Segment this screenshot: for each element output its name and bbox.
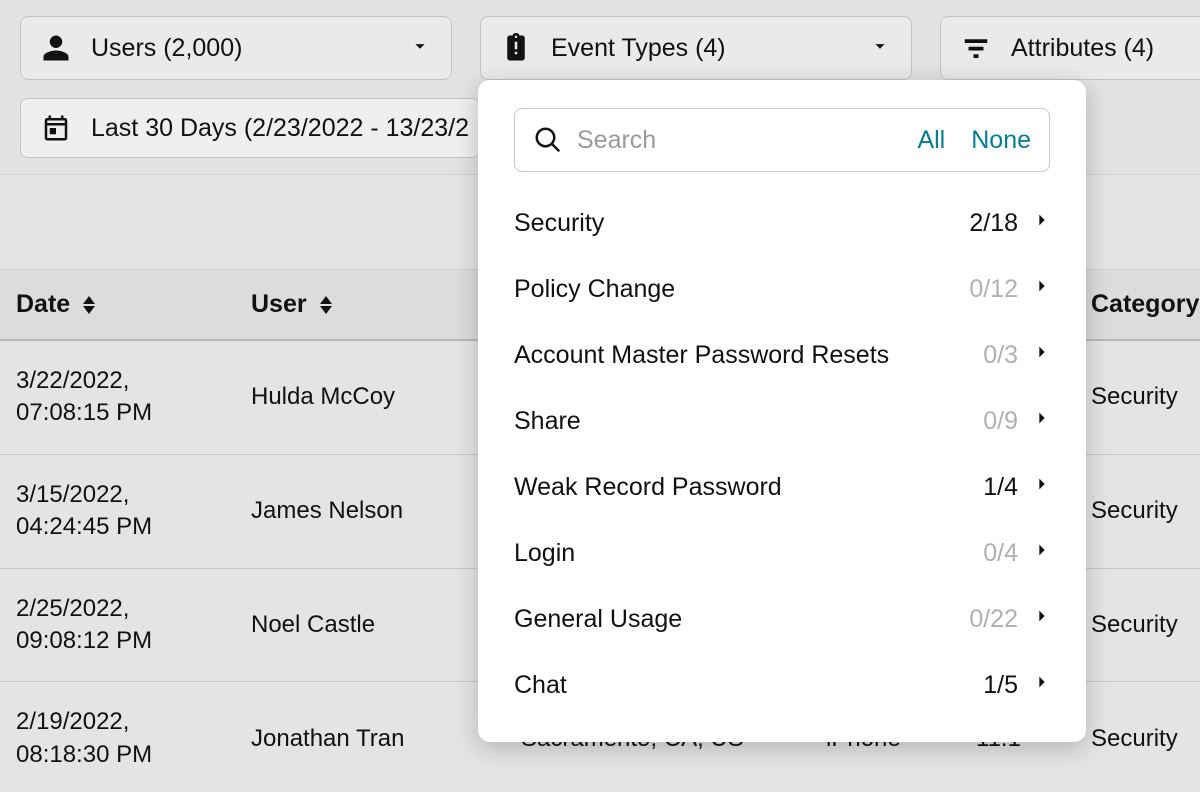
chevron-right-icon bbox=[1034, 407, 1050, 436]
dropdown-row-name: Account Master Password Resets bbox=[514, 341, 948, 370]
chevron-right-icon bbox=[1034, 275, 1050, 304]
dropdown-row-name: Login bbox=[514, 539, 948, 568]
dropdown-row-count: 0/4 bbox=[948, 539, 1018, 568]
col-header-category[interactable]: Category bbox=[1075, 270, 1200, 340]
filter-list-icon bbox=[961, 33, 991, 63]
date-range-filter[interactable]: Last 30 Days (2/23/2022 - 13/23/2 bbox=[20, 98, 480, 158]
col-header-date[interactable]: Date bbox=[0, 270, 235, 340]
users-filter-label: Users (2,000) bbox=[91, 34, 389, 63]
dropdown-search-input[interactable] bbox=[577, 126, 903, 155]
dropdown-row[interactable]: Account Master Password Resets0/3 bbox=[478, 322, 1086, 388]
dropdown-row[interactable]: Policy Change0/12 bbox=[478, 256, 1086, 322]
attributes-filter[interactable]: Attributes (4) bbox=[940, 16, 1200, 80]
sort-icon bbox=[83, 296, 95, 314]
event-types-filter[interactable]: Event Types (4) bbox=[480, 16, 912, 80]
clipboard-alert-icon bbox=[501, 33, 531, 63]
dropdown-row-name: Chat bbox=[514, 671, 948, 700]
col-header-user[interactable]: User bbox=[235, 270, 505, 340]
cell-user: Hulda McCoy bbox=[235, 340, 505, 454]
cell-date: 2/25/2022, 09:08:12 PM bbox=[0, 568, 235, 682]
cell-category: Security bbox=[1075, 454, 1200, 568]
dropdown-row-count: 1/4 bbox=[948, 473, 1018, 502]
dropdown-row-name: Security bbox=[514, 209, 948, 238]
caret-down-icon bbox=[869, 35, 891, 62]
dropdown-row-count: 0/3 bbox=[948, 341, 1018, 370]
dropdown-quick-links: All None bbox=[917, 126, 1031, 155]
caret-down-icon bbox=[409, 35, 431, 62]
user-icon bbox=[41, 33, 71, 63]
dropdown-row-count: 0/12 bbox=[948, 275, 1018, 304]
dropdown-row[interactable]: Weak Record Password1/4 bbox=[478, 454, 1086, 520]
cell-category: Security bbox=[1075, 682, 1200, 792]
attributes-filter-label: Attributes (4) bbox=[1011, 34, 1200, 63]
event-types-dropdown: All None Security2/18Policy Change0/12Ac… bbox=[478, 80, 1086, 742]
chevron-right-icon bbox=[1034, 671, 1050, 700]
chevron-right-icon bbox=[1034, 209, 1050, 238]
select-all-link[interactable]: All bbox=[917, 126, 945, 155]
dropdown-row[interactable]: Login0/4 bbox=[478, 520, 1086, 586]
cell-date: 3/15/2022, 04:24:45 PM bbox=[0, 454, 235, 568]
cell-user: Jonathan Tran bbox=[235, 682, 505, 792]
dropdown-row[interactable]: Security2/18 bbox=[478, 190, 1086, 256]
chevron-right-icon bbox=[1034, 473, 1050, 502]
dropdown-row-name: General Usage bbox=[514, 605, 948, 634]
cell-user: James Nelson bbox=[235, 454, 505, 568]
cell-date: 2/19/2022, 08:18:30 PM bbox=[0, 682, 235, 792]
dropdown-row-count: 1/5 bbox=[948, 671, 1018, 700]
dropdown-row-count: 0/9 bbox=[948, 407, 1018, 436]
event-types-filter-label: Event Types (4) bbox=[551, 34, 849, 63]
filters-row: Users (2,000) Event Types (4) Attributes… bbox=[0, 0, 1200, 80]
sort-icon bbox=[320, 296, 332, 314]
cell-category: Security bbox=[1075, 340, 1200, 454]
chevron-right-icon bbox=[1034, 341, 1050, 370]
dropdown-row[interactable]: General Usage0/22 bbox=[478, 586, 1086, 652]
dropdown-search: All None bbox=[514, 108, 1050, 172]
cell-date: 3/22/2022, 07:08:15 PM bbox=[0, 340, 235, 454]
dropdown-row[interactable]: Share0/9 bbox=[478, 388, 1086, 454]
calendar-icon bbox=[41, 113, 71, 143]
chevron-right-icon bbox=[1034, 539, 1050, 568]
dropdown-row[interactable]: Chat1/5 bbox=[478, 652, 1086, 718]
dropdown-row-count: 0/22 bbox=[948, 605, 1018, 634]
cell-category: Security bbox=[1075, 568, 1200, 682]
users-filter[interactable]: Users (2,000) bbox=[20, 16, 452, 80]
dropdown-row-count: 2/18 bbox=[948, 209, 1018, 238]
chevron-right-icon bbox=[1034, 605, 1050, 634]
search-icon bbox=[533, 125, 563, 155]
date-range-label: Last 30 Days (2/23/2022 - 13/23/2 bbox=[91, 114, 469, 143]
dropdown-rows: Security2/18Policy Change0/12Account Mas… bbox=[478, 190, 1086, 718]
dropdown-row-name: Policy Change bbox=[514, 275, 948, 304]
dropdown-row-name: Share bbox=[514, 407, 948, 436]
dropdown-row-name: Weak Record Password bbox=[514, 473, 948, 502]
select-none-link[interactable]: None bbox=[971, 126, 1031, 155]
cell-user: Noel Castle bbox=[235, 568, 505, 682]
